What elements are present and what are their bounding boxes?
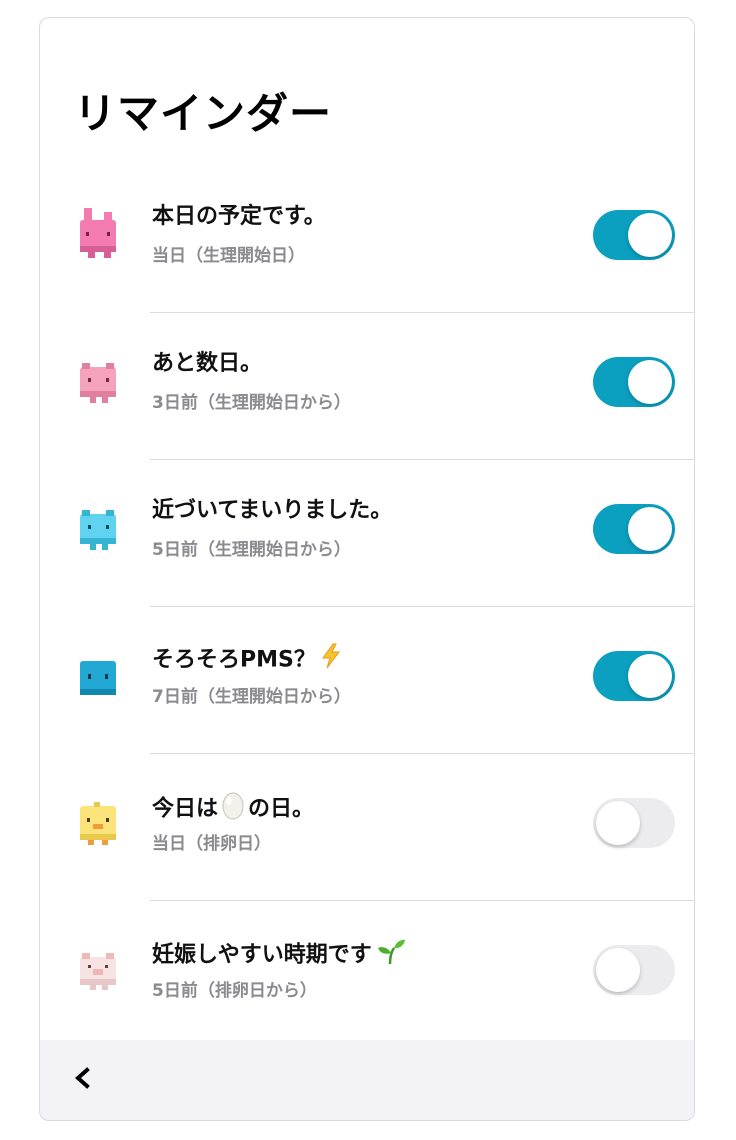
reminder-toggle[interactable] xyxy=(593,210,675,260)
reminder-toggle[interactable] xyxy=(593,945,675,995)
reminder-title: 本日の予定です。 xyxy=(152,204,326,229)
white-pig-icon xyxy=(74,941,126,997)
toggle-knob xyxy=(596,801,640,845)
reminder-title: 近づいてまいりました。 xyxy=(152,498,393,523)
toggle-knob xyxy=(628,213,672,257)
reminder-subtitle: 7日前（生理開始日から） xyxy=(152,687,351,707)
reminder-row-7-days-before: そろそろPMS？ 7日前（生理開始日から） xyxy=(40,607,694,754)
reminder-subtitle: 当日（排卵日） xyxy=(152,834,271,854)
reminder-row-period-day: 本日の予定です。 当日（生理開始日） xyxy=(40,166,694,313)
pink-pig-icon xyxy=(74,353,126,409)
pink-rabbit-icon xyxy=(74,206,126,262)
blue-cube-icon xyxy=(74,647,126,703)
yellow-chick-icon xyxy=(74,794,126,850)
reminder-toggle[interactable] xyxy=(593,798,675,848)
egg-icon xyxy=(221,790,245,829)
reminder-toggle[interactable] xyxy=(593,504,675,554)
page-title: リマインダー xyxy=(74,89,333,138)
reminder-title-before: 今日は xyxy=(152,796,219,822)
reminder-title-text: 妊娠しやすい時期です xyxy=(152,942,372,968)
reminder-subtitle: 5日前（生理開始日から） xyxy=(152,540,351,560)
reminder-title: 妊娠しやすい時期です xyxy=(152,937,406,974)
toggle-knob xyxy=(596,948,640,992)
sprout-icon xyxy=(376,937,406,974)
reminder-subtitle: 3日前（生理開始日から） xyxy=(152,393,351,413)
reminder-subtitle: 当日（生理開始日） xyxy=(152,246,305,266)
reminder-title: 今日は の日。 xyxy=(152,790,314,829)
reminder-title-text: そろそろPMS？ xyxy=(152,647,316,673)
chevron-left-icon xyxy=(73,1067,91,1093)
reminder-row-ovulation-day: 今日は の日。 当日（排卵日） xyxy=(40,754,694,901)
reminder-row-3-days-before: あと数日。 3日前（生理開始日から） xyxy=(40,313,694,460)
toggle-knob xyxy=(628,507,672,551)
reminder-settings-card: リマインダー 本日の予定です。 当日（生理開始日） あと数日。 3日前（生理開始… xyxy=(39,17,695,1121)
reminder-subtitle: 5日前（排卵日から） xyxy=(152,981,317,1001)
reminder-list: 本日の予定です。 当日（生理開始日） あと数日。 3日前（生理開始日から） 近づ… xyxy=(40,166,694,1048)
reminder-row-fertile-window: 妊娠しやすい時期です 5日前（排卵日から） xyxy=(40,901,694,1048)
reminder-toggle[interactable] xyxy=(593,651,675,701)
reminder-title: あと数日。 xyxy=(152,351,263,376)
toggle-knob xyxy=(628,360,672,404)
toggle-knob xyxy=(628,654,672,698)
reminder-row-5-days-before: 近づいてまいりました。 5日前（生理開始日から） xyxy=(40,460,694,607)
light-blue-pig-icon xyxy=(74,500,126,556)
reminder-toggle[interactable] xyxy=(593,357,675,407)
lightning-icon xyxy=(320,643,342,678)
reminder-title-after: の日。 xyxy=(248,796,315,822)
footer-toolbar xyxy=(40,1040,694,1120)
reminder-title: そろそろPMS？ xyxy=(152,643,342,678)
back-button[interactable] xyxy=(66,1064,98,1096)
